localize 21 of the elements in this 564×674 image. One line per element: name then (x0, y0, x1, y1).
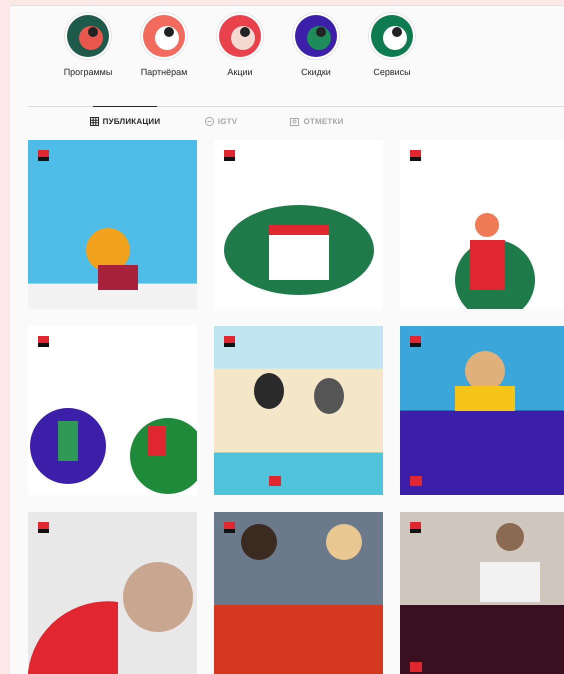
post-image[interactable] (400, 326, 564, 495)
tab[interactable]: ОТМЕТКИ (285, 106, 349, 136)
highlight-cover[interactable] (64, 12, 112, 60)
highlight-cover[interactable] (292, 12, 340, 60)
highlight-label: Программы (64, 66, 112, 79)
post-image[interactable] (214, 326, 383, 495)
tv-icon (204, 117, 214, 126)
highlight-cover[interactable] (216, 12, 264, 60)
highlight-label: Сервисы (373, 66, 411, 79)
highlight-label: Партнёрам (140, 66, 188, 79)
tab[interactable]: IGTV (189, 106, 253, 136)
post-image[interactable] (400, 512, 564, 674)
post-image[interactable] (28, 326, 197, 495)
highlight-cover[interactable] (140, 12, 188, 60)
grid-icon (90, 117, 99, 126)
post-image[interactable] (214, 512, 383, 674)
highlight-label: Скидки (301, 66, 331, 79)
post-image[interactable] (28, 140, 197, 309)
tag-icon (290, 117, 300, 126)
highlight-label: Акции (227, 66, 253, 79)
highlight-cover[interactable] (368, 12, 416, 60)
